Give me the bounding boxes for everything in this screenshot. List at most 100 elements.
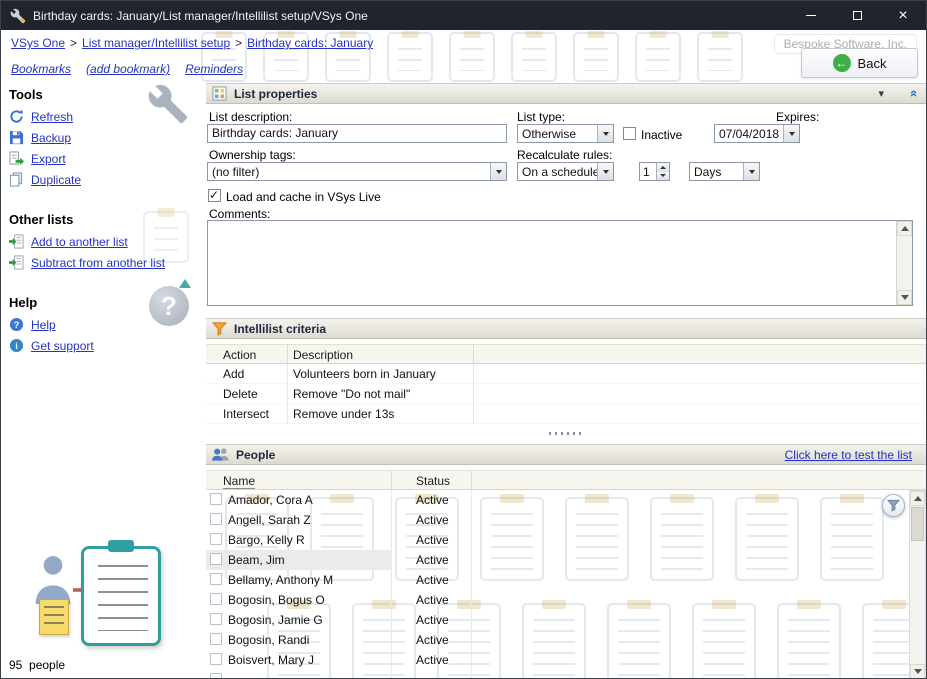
bookmarks-link[interactable]: Bookmarks — [11, 62, 71, 76]
breadcrumb-vsys-one[interactable]: VSys One — [11, 36, 65, 50]
criteria-action-cell: Delete — [223, 387, 258, 401]
add-to-list-icon — [9, 234, 24, 249]
close-button[interactable]: × — [880, 1, 926, 30]
people-row[interactable]: Amador, Cora AActive — [206, 490, 909, 510]
person-checkbox[interactable] — [210, 493, 222, 505]
people-col-name[interactable]: Name — [223, 474, 255, 489]
inactive-checkbox[interactable] — [623, 127, 636, 140]
comments-scrollbar[interactable] — [896, 221, 912, 305]
help-question-icon: ? — [149, 286, 189, 326]
people-icon — [212, 447, 229, 462]
scrollbar-thumb[interactable] — [911, 507, 924, 541]
person-checkbox[interactable] — [210, 553, 222, 565]
people-row-partial — [206, 670, 909, 679]
criteria-col-description[interactable]: Description — [293, 348, 353, 362]
criteria-header[interactable]: Intellilist criteria — [206, 318, 926, 339]
sidebar-item-backup[interactable]: Backup — [9, 127, 206, 148]
people-row[interactable]: Bogosin, Bogus OActive — [206, 590, 909, 610]
svg-text:?: ? — [14, 320, 20, 330]
expires-date-dropdown[interactable]: 07/04/2018 — [714, 124, 800, 143]
person-checkbox[interactable] — [210, 593, 222, 605]
backup-link-label: Backup — [31, 131, 71, 145]
collapse-panel-icon[interactable]: « — [907, 90, 922, 97]
chevron-down-icon[interactable]: ▾ — [878, 87, 884, 100]
person-checkbox[interactable] — [210, 633, 222, 645]
refresh-icon — [9, 109, 24, 124]
column-divider — [471, 471, 472, 489]
person-checkbox[interactable] — [210, 653, 222, 665]
breadcrumb-separator: > — [70, 36, 77, 50]
people-row[interactable]: Bellamy, Anthony MActive — [206, 570, 909, 590]
person-checkbox[interactable] — [210, 573, 222, 585]
recalculate-rules-label: Recalculate rules: — [517, 148, 612, 162]
recalculate-interval-stepper[interactable]: 1 — [639, 162, 670, 181]
splitter-handle[interactable] — [206, 430, 926, 436]
person-name: Bellamy, Anthony M — [228, 573, 333, 587]
scroll-up-icon[interactable] — [897, 221, 912, 236]
person-checkbox[interactable] — [210, 513, 222, 525]
people-row[interactable]: Boisvert, Mary JActive — [206, 650, 909, 670]
back-button[interactable]: ← Back — [801, 48, 918, 78]
scroll-down-icon[interactable] — [897, 290, 912, 305]
filter-funnel-button[interactable] — [882, 494, 905, 517]
breadcrumb-list-manager[interactable]: List manager/Intellilist setup — [82, 36, 230, 50]
stepper-buttons — [656, 163, 669, 180]
stepper-down-icon[interactable] — [657, 172, 669, 181]
list-type-dropdown[interactable]: Otherwise — [517, 124, 614, 143]
sidebar-item-get-support[interactable]: i Get support — [9, 335, 206, 356]
criteria-col-action[interactable]: Action — [223, 348, 256, 362]
people-row[interactable]: Bogosin, RandiActive — [206, 630, 909, 650]
load-cache-checkbox[interactable] — [208, 189, 221, 202]
people-row[interactable]: Bargo, Kelly RActive — [206, 530, 909, 550]
window-title: Birthday cards: January/List manager/Int… — [33, 9, 368, 23]
people-scrollbar[interactable] — [909, 490, 926, 679]
ownership-tags-dropdown[interactable]: (no filter) — [207, 162, 507, 181]
people-row[interactable]: Angell, Sarah ZActive — [206, 510, 909, 530]
list-properties-title: List properties — [234, 87, 317, 101]
breadcrumb-current-list[interactable]: Birthday cards: January — [247, 36, 373, 50]
list-properties-header[interactable]: List properties ▾ « — [206, 83, 926, 104]
minimize-icon — [806, 15, 816, 16]
subtract-from-list-icon — [9, 255, 24, 270]
criteria-row[interactable]: AddVolunteers born in January — [206, 364, 926, 384]
stepper-up-icon[interactable] — [657, 163, 669, 172]
criteria-action-cell: Add — [223, 367, 244, 381]
person-checkbox[interactable] — [210, 613, 222, 625]
people-row[interactable]: Beam, JimActive — [206, 550, 909, 570]
comments-textarea[interactable] — [207, 220, 913, 306]
scroll-up-icon[interactable] — [910, 491, 925, 506]
funnel-icon — [212, 321, 227, 336]
main-content: List properties ▾ « List description: Bi… — [206, 83, 926, 679]
people-row[interactable]: Bogosin, Jamie GActive — [206, 610, 909, 630]
test-list-link[interactable]: Click here to test the list — [785, 448, 912, 462]
close-icon: × — [898, 8, 907, 24]
people-col-status[interactable]: Status — [416, 474, 450, 488]
sidebar-item-duplicate[interactable]: Duplicate — [9, 169, 206, 190]
list-type-value: Otherwise — [522, 126, 576, 142]
recalculate-schedule-dropdown[interactable]: On a schedule — [517, 162, 614, 181]
sidebar-item-export[interactable]: Export — [9, 148, 206, 169]
people-table-header: Name Status — [206, 470, 926, 490]
criteria-row[interactable]: IntersectRemove under 13s — [206, 404, 926, 424]
maximize-button[interactable] — [834, 1, 880, 30]
criteria-table-header: Action Description — [206, 344, 926, 364]
title-bar: Birthday cards: January/List manager/Int… — [1, 1, 926, 30]
recalculate-unit-dropdown[interactable]: Days — [689, 162, 760, 181]
recalculate-schedule-value: On a schedule — [522, 164, 599, 180]
duplicate-icon — [9, 172, 24, 187]
person-checkbox[interactable] — [210, 673, 222, 679]
sidebar: Tools Refresh Backup Export Duplicate Ot… — [1, 83, 206, 678]
people-title: People — [236, 448, 275, 462]
person-name: Beam, Jim — [228, 553, 285, 567]
reminders-link[interactable]: Reminders — [185, 62, 243, 76]
column-divider — [391, 471, 392, 489]
minimize-button[interactable] — [788, 1, 834, 30]
list-description-input[interactable]: Birthday cards: January — [207, 124, 507, 143]
list-type-label: List type: — [517, 110, 565, 124]
criteria-row[interactable]: DeleteRemove "Do not mail" — [206, 384, 926, 404]
person-checkbox[interactable] — [210, 533, 222, 545]
add-bookmark-link[interactable]: (add bookmark) — [86, 62, 170, 76]
criteria-action-cell: Intersect — [223, 407, 269, 421]
scroll-down-icon[interactable] — [910, 664, 925, 679]
duplicate-link-label: Duplicate — [31, 173, 81, 187]
